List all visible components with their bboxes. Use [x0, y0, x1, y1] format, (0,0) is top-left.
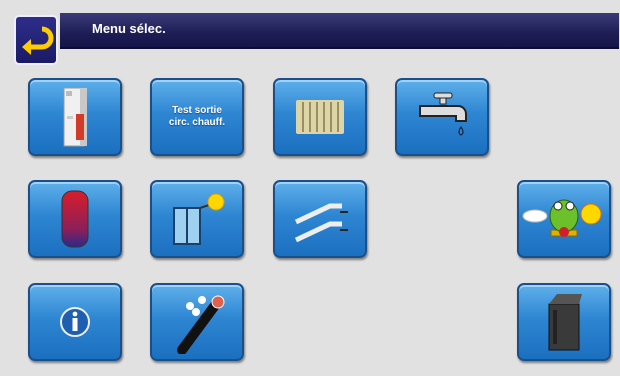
pellet-boiler-icon: [548, 294, 582, 351]
solar-button[interactable]: [150, 180, 244, 258]
water-tap-icon: [419, 92, 467, 136]
boiler-icon: [63, 87, 87, 147]
pellet-boiler-button[interactable]: [517, 283, 611, 361]
conveyor-icon: [294, 203, 348, 243]
info-icon: [60, 307, 90, 337]
frog-weather-icon: [522, 199, 602, 237]
header-bar: Menu sélec.: [60, 13, 619, 49]
radiator-icon: [296, 100, 344, 134]
buffer-tank-button[interactable]: [28, 180, 122, 258]
back-button[interactable]: [14, 15, 58, 65]
hot-water-button[interactable]: [395, 78, 489, 156]
buffer-tank-icon: [61, 190, 89, 248]
heating-circuit-test-button[interactable]: Test sortie circ. chauff.: [150, 78, 244, 156]
conveyor-button[interactable]: [273, 180, 367, 258]
pipe-sensor-icon: [177, 295, 225, 354]
heating-circuit-test-label: Test sortie circ. chauff.: [168, 105, 226, 128]
info-button[interactable]: [28, 283, 122, 361]
boiler-button[interactable]: [28, 78, 122, 156]
frog-weather-button[interactable]: [517, 180, 611, 258]
back-arrow-icon: [22, 26, 54, 55]
pipe-sensor-button[interactable]: [150, 283, 244, 361]
radiator-button[interactable]: [273, 78, 367, 156]
page-title: Menu sélec.: [92, 21, 166, 36]
solar-icon: [173, 193, 225, 245]
